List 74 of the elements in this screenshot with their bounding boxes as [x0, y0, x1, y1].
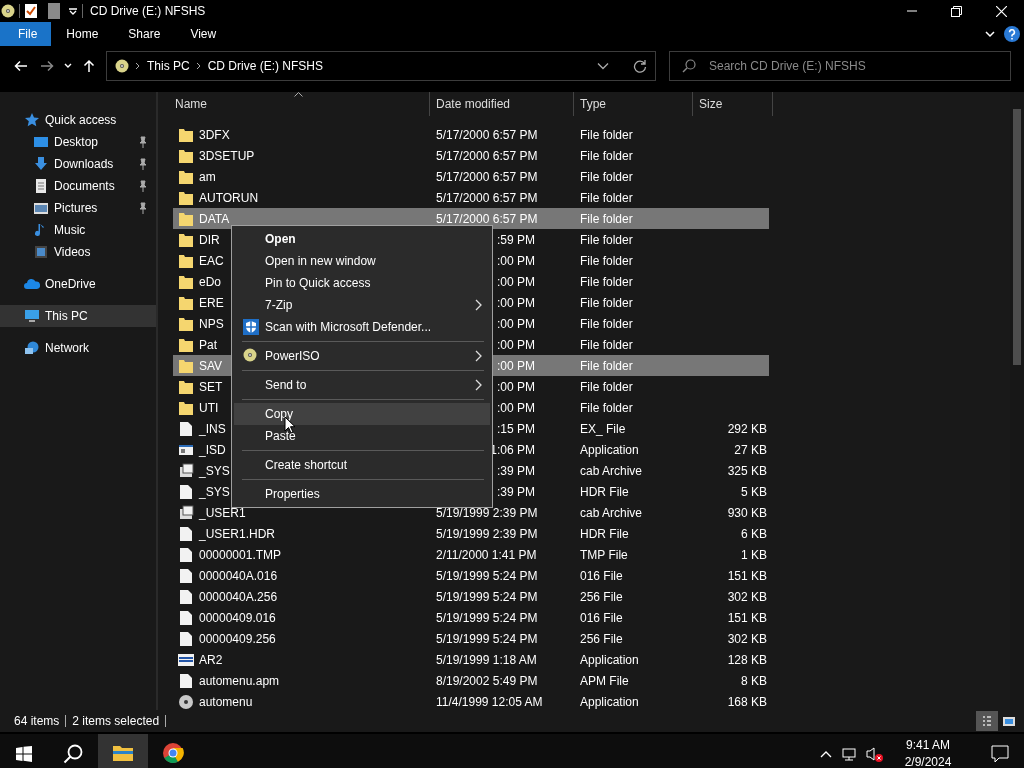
selection-count: 2 items selected: [72, 715, 167, 727]
file-size: 8 KB: [741, 673, 767, 688]
file-size: 151 KB: [727, 568, 767, 583]
file-size: 151 KB: [727, 610, 767, 625]
date-modified: :00 PM: [496, 399, 535, 417]
file-type: File folder: [580, 379, 633, 394]
file-type: File folder: [580, 295, 633, 310]
date-modified: :00 PM: [496, 357, 535, 375]
date-modified: 5/19/1999 1:18 AM: [436, 651, 537, 669]
file-type: Application: [580, 652, 639, 667]
file-type: File folder: [580, 211, 633, 226]
file-type: File folder: [580, 274, 633, 289]
file-type: HDR File: [580, 526, 629, 541]
date-modified: 5/19/1999 5:24 PM: [436, 567, 538, 585]
file-type: File folder: [580, 190, 633, 205]
item-count: 64 items: [14, 715, 67, 727]
date-modified: 5/17/2000 6:57 PM: [436, 147, 538, 165]
file-type: File folder: [580, 169, 633, 184]
file-type: File folder: [580, 316, 633, 331]
file-type: TMP File: [580, 547, 628, 562]
date-modified: :00 PM: [496, 336, 535, 354]
date-modified: :59 PM: [496, 231, 535, 249]
file-size: 168 KB: [727, 694, 767, 709]
file-type: cab Archive: [580, 463, 643, 478]
date-modified: 5/19/1999 2:39 PM: [436, 504, 538, 522]
file-size: 302 KB: [727, 631, 767, 646]
date-modified: 2/11/2000 1:41 PM: [436, 546, 537, 564]
file-size: 1 KB: [741, 547, 767, 562]
file-size: 325 KB: [727, 463, 767, 478]
date-modified: :00 PM: [496, 315, 535, 333]
clock-date: 2/9/2024: [903, 754, 953, 768]
file-type: APM File: [580, 673, 629, 688]
date-modified: :39 PM: [496, 483, 535, 501]
date-modified: :00 PM: [496, 294, 535, 312]
file-size: 302 KB: [727, 589, 767, 604]
file-type: File folder: [580, 232, 633, 247]
date-modified: 8/19/2002 5:49 PM: [436, 672, 538, 690]
date-modified: 5/17/2000 6:57 PM: [436, 189, 538, 207]
file-type: 016 File: [580, 610, 623, 625]
date-modified: :00 PM: [496, 252, 535, 270]
file-type: File folder: [580, 148, 633, 163]
date-modified: 5/19/1999 5:24 PM: [436, 630, 538, 648]
date-modified: :15 PM: [496, 420, 535, 438]
file-type: File folder: [580, 337, 633, 352]
file-size: 27 KB: [734, 442, 767, 457]
file-type: 016 File: [580, 568, 623, 583]
date-modified: 5/19/1999 5:24 PM: [436, 588, 538, 606]
file-size: 6 KB: [741, 526, 767, 541]
date-modified: 5/17/2000 6:57 PM: [436, 168, 538, 186]
file-size: 292 KB: [727, 421, 767, 436]
date-modified: :39 PM: [496, 462, 535, 480]
window-title: CD Drive (E:) NFSHS: [90, 3, 206, 20]
date-modified: :00 PM: [496, 273, 535, 291]
file-size: 5 KB: [741, 484, 767, 499]
file-type: File folder: [580, 253, 633, 268]
date-modified: 5/19/1999 2:39 PM: [436, 525, 538, 543]
file-type: 256 File: [580, 589, 623, 604]
file-type: File folder: [580, 400, 633, 415]
date-modified: 5/17/2000 6:57 PM: [436, 126, 538, 144]
file-type: Application: [580, 694, 639, 709]
file-size: 930 KB: [727, 505, 767, 520]
file-type: cab Archive: [580, 505, 643, 520]
file-type: File folder: [580, 358, 633, 373]
file-size: 128 KB: [727, 652, 767, 667]
date-modified: 11/4/1999 12:05 AM: [436, 693, 543, 710]
file-type: Application: [580, 442, 639, 457]
file-type: EX_ File: [580, 421, 626, 436]
file-type: File folder: [580, 127, 633, 142]
clock-time: 9:41 AM: [905, 737, 951, 754]
date-modified: :00 PM: [496, 378, 535, 396]
file-type: HDR File: [580, 484, 629, 499]
date-modified: 5/17/2000 6:57 PM: [436, 210, 538, 228]
file-type: 256 File: [580, 631, 623, 646]
date-modified: 5/19/1999 5:24 PM: [436, 609, 538, 627]
